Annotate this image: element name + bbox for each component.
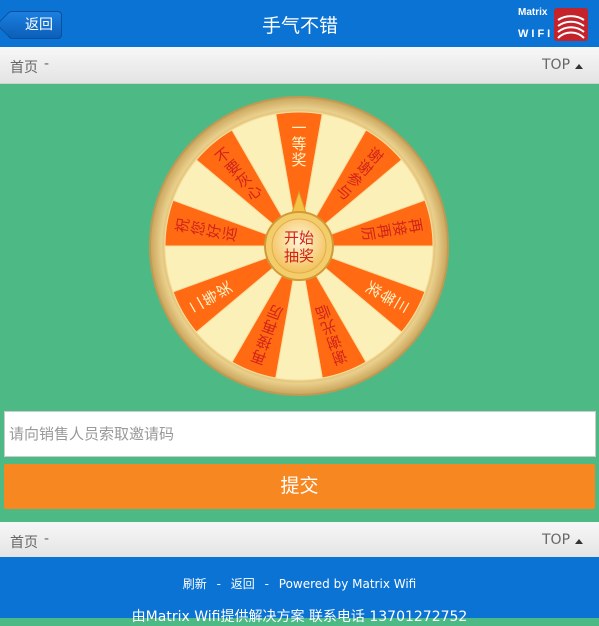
logo-text-top: Matrix — [518, 7, 548, 18]
footer-separator: - — [264, 577, 269, 591]
breadcrumb-bottom: 首页 - TOP — [0, 522, 599, 559]
powered-by-text: Powered by Matrix Wifi — [278, 577, 417, 591]
matrix-wifi-logo: Matrix WIFI — [518, 7, 590, 43]
back-button-label: 返回 — [25, 17, 53, 33]
arrow-up-icon[interactable] — [575, 64, 583, 69]
arrow-up-icon[interactable] — [575, 539, 583, 544]
top-link[interactable]: TOP — [542, 57, 570, 73]
wheel-prize-char: 奖 — [291, 151, 306, 169]
start-label-line2: 抽奖 — [284, 247, 314, 265]
breadcrumb: 首页 - TOP — [0, 47, 599, 84]
lottery-wheel: 一等奖 谢谢参与再接再厉三等奖谢谢光临再接再厉二等奖祝您好运不要灰心 开始 抽奖 — [149, 96, 449, 396]
breadcrumb-home-link[interactable]: 首页 — [10, 57, 38, 77]
wheel-prize-char: 运 — [220, 225, 240, 243]
footer-separator: - — [216, 577, 221, 591]
breadcrumb-separator-bottom: - — [44, 531, 50, 547]
logo-text-bottom: WIFI — [518, 28, 554, 40]
start-label-line1: 开始 — [284, 229, 314, 247]
refresh-link[interactable]: 刷新 — [183, 577, 207, 591]
footer-links: 刷新 - 返回 - Powered by Matrix Wifi — [0, 575, 599, 592]
wifi-logo-icon — [554, 8, 588, 41]
footer-back-link[interactable]: 返回 — [231, 577, 255, 591]
page-title: 手气不错 — [261, 15, 338, 37]
top-link-bottom[interactable]: TOP — [542, 532, 570, 548]
wheel-prize-char: 厉 — [358, 225, 378, 243]
breadcrumb-home-link-bottom[interactable]: 首页 — [10, 532, 38, 552]
submit-button[interactable]: 提交 — [4, 464, 595, 509]
invite-code-input[interactable] — [4, 411, 596, 457]
breadcrumb-separator: - — [44, 56, 50, 72]
back-button[interactable]: 返回 — [8, 11, 62, 39]
wheel-prize-label: 一等奖 — [291, 119, 306, 169]
app-header: 返回 手气不错 Matrix WIFI — [0, 0, 599, 47]
copyright-text: 由Matrix Wifi提供解决方案 联系电话 13701272752 — [131, 609, 468, 625]
app-footer: 刷新 - 返回 - Powered by Matrix Wifi 由Matrix… — [0, 557, 599, 625]
